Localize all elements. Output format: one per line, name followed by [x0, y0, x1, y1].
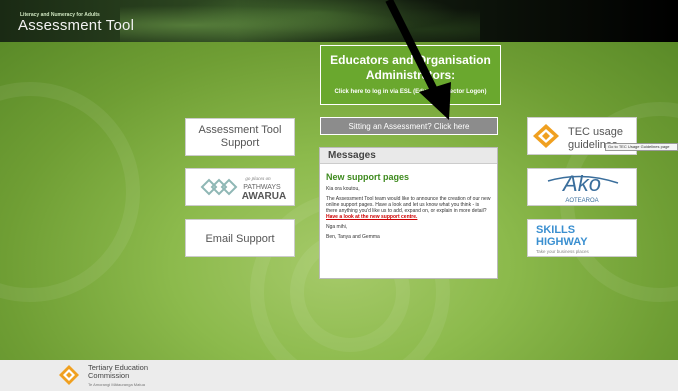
support-label-line2: Support [220, 137, 260, 149]
tec-org-maori: Te Amorangi Mātauranga Matua [88, 382, 145, 387]
assessment-tool-support-button[interactable]: Assessment Tool Support [185, 118, 295, 156]
ako-sub: AOTEAROA [565, 198, 598, 204]
support-label-line1: Assessment Tool [198, 124, 282, 136]
awarua-label: AWARUA [242, 191, 286, 202]
pathways-label: PATHWAYS [243, 184, 281, 191]
pathways-tag: go places on [245, 177, 271, 182]
skills-highway-link[interactable]: SKILLS HIGHWAY Take your business places [527, 219, 637, 257]
tec-footer-logo-icon [59, 365, 79, 385]
annotation-arrow-icon [385, 0, 451, 120]
pathways-awarua-button[interactable]: go places on PATHWAYS AWARUA [185, 168, 295, 206]
message-signature: Ben, Tanya and Gemma [326, 234, 380, 240]
message-body: The Assessment Tool team would like to a… [326, 196, 491, 214]
skills-label: SKILLS [536, 224, 575, 236]
message-greeting: Kia ora koutou, [326, 186, 360, 192]
ako-aotearoa-link[interactable]: Ako AOTEAROA [527, 168, 637, 206]
messages-header: Messages [320, 148, 497, 164]
skills-tagline: Take your business places [536, 249, 590, 254]
messages-panel: Messages New support pages Kia ora kouto… [319, 147, 498, 279]
pathways-diamond-icon [200, 178, 238, 196]
email-support-button[interactable]: Email Support [185, 219, 295, 257]
site-header: Literacy and Numeracy for Adults Assessm… [0, 0, 678, 42]
message-signoff: Nga mihi, [326, 224, 348, 230]
highway-label: HIGHWAY [536, 236, 588, 248]
message-title: New support pages [326, 172, 410, 182]
skills-highway-logo: SKILLS HIGHWAY Take your business places [536, 224, 590, 254]
site-footer: Tertiary Education Commission Te Amorang… [0, 360, 678, 391]
tec-logo-icon [533, 124, 559, 148]
tec-usage-label: TEC usage [568, 126, 623, 138]
ako-aotearoa-logo: Ako AOTEAROA [547, 171, 619, 204]
tec-org-line2: Commission [88, 371, 130, 380]
pathways-awarua-logo: go places on PATHWAYS AWARUA [200, 177, 286, 202]
background-swirl [0, 82, 140, 302]
tec-org-name: Tertiary Education Commission [88, 364, 148, 380]
tec-guidelines-tooltip: Go to TEC Usage Guidelines page [605, 143, 678, 151]
message-body-wrap: The Assessment Tool team would like to a… [326, 196, 491, 220]
assessment-tool-logo[interactable]: Assessment Tool [18, 17, 134, 34]
support-centre-link[interactable]: Have a look at the new support centre. [326, 214, 417, 220]
ako-name: Ako [561, 171, 601, 196]
